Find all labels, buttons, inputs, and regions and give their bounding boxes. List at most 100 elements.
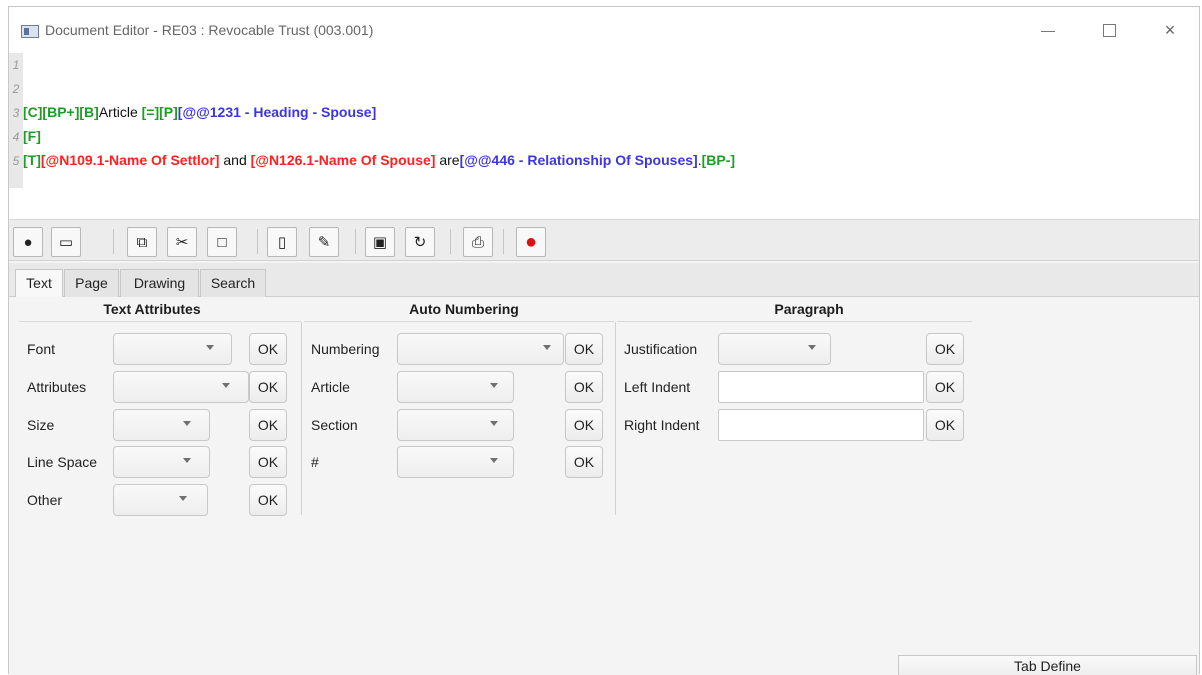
right-indent-label: Right Indent [624,417,700,433]
other-label: Other [27,492,63,508]
document-line[interactable]: 1 [9,56,23,80]
chevron-down-icon [206,345,214,350]
size-ok-button[interactable]: OK [249,409,287,441]
line-space-select[interactable] [113,446,210,478]
number-ok-button[interactable]: OK [565,446,603,478]
auto-numbering-title: Auto Numbering [409,301,519,317]
paste-icon: □ [217,233,227,251]
save-button[interactable]: ▣ [365,227,395,257]
chevron-down-icon [543,345,551,350]
section-ok-button[interactable]: OK [565,409,603,441]
tab-drawing[interactable]: Drawing [120,269,199,297]
line-space-ok-button[interactable]: OK [249,446,287,478]
toolbar-separator [257,229,258,254]
window-title: Document Editor - RE03 : Revocable Trust… [45,22,374,38]
left-indent-ok-button[interactable]: OK [926,371,964,403]
toolbar-separator [355,229,356,254]
minimize-button[interactable] [1025,15,1071,47]
close-button[interactable]: × [1147,15,1193,47]
left-indent-label: Left Indent [624,379,691,395]
numbering-label: Numbering [311,341,380,357]
maximize-icon [1103,24,1116,37]
document-token: [F] [23,128,41,144]
font-ok-button[interactable]: OK [249,333,287,365]
record-icon: ● [524,231,538,253]
tab-page[interactable]: Page [64,269,119,297]
toolbar-separator [113,229,114,254]
tab-define-button[interactable]: Tab Define [898,655,1197,675]
copy-button[interactable]: ⧉ [127,227,157,257]
other-ok-button[interactable]: OK [249,484,287,516]
right-indent-field[interactable] [718,409,924,441]
paste-button[interactable]: □ [207,227,237,257]
attributes-ok-button[interactable]: OK [249,371,287,403]
document-token: are [435,152,460,168]
paragraph-divider [617,321,972,322]
document-token: and [219,152,251,168]
title-bar: Document Editor - RE03 : Revocable Trust… [9,7,1199,53]
article-ok-button[interactable]: OK [565,371,603,403]
text-attributes-title: Text Attributes [103,301,201,317]
line-number: 3 [12,106,20,120]
document-line[interactable]: 2 [9,80,23,104]
toolbar-separator [503,229,504,254]
tab-text[interactable]: Text [15,269,63,298]
document-token: [BP-] [701,152,736,168]
paragraph-title: Paragraph [774,301,844,317]
other-select[interactable] [113,484,208,516]
size-label: Size [27,417,55,433]
document-line[interactable]: 3 [C][BP+][B]Article [=][P][@@1231 - Head… [9,104,377,128]
line-number: 4 [12,130,20,144]
document-token: [C][BP+][B] [23,104,99,120]
left-indent-field[interactable] [718,371,924,403]
document-token: [T] [23,152,41,168]
document-token: [@N126.1-Name Of Spouse] [250,152,436,168]
font-label: Font [27,341,56,357]
database-button[interactable]: ● [13,227,43,257]
chevron-down-icon [179,496,187,501]
chevron-down-icon [490,383,498,388]
justification-select[interactable] [718,333,831,365]
cut-button[interactable]: ✂ [167,227,197,257]
number-select[interactable] [397,446,514,478]
numbering-ok-button[interactable]: OK [565,333,603,365]
attributes-select[interactable] [113,371,249,403]
size-select[interactable] [113,409,210,441]
justification-ok-button[interactable]: OK [926,333,964,365]
font-select[interactable] [113,333,232,365]
text-tab-panel: Text Attributes Auto Numbering Paragraph… [9,297,1199,675]
record-button[interactable]: ● [516,227,546,257]
auto-numbering-divider [304,321,614,322]
section-select[interactable] [397,409,514,441]
chevron-down-icon [183,421,191,426]
print-button[interactable]: ⎙ [463,227,493,257]
section-divider [301,322,302,515]
line-number: 5 [12,154,20,168]
minimize-icon [1041,31,1055,32]
refresh-button[interactable]: ↻ [405,227,435,257]
article-select[interactable] [397,371,514,403]
edit-button[interactable]: ✎ [309,227,339,257]
refresh-icon: ↻ [413,233,427,251]
right-indent-ok-button[interactable]: OK [926,409,964,441]
toolbar-separator [450,229,451,254]
chevron-down-icon [183,458,191,463]
document-line[interactable]: 4 [F] [9,128,41,152]
section-label: Section [311,417,358,433]
justification-label: Justification [624,341,698,357]
document-editor-text-area[interactable]: 1 2 3 [C][BP+][B]Article [=][P][@@1231 - He… [9,53,1199,219]
new-document-button[interactable]: ▯ [267,227,297,257]
line-space-label: Line Space [27,454,98,470]
editor-toolbar: ● ▭ ⧉ ✂ □ ▯ ✎ ▣ ↻ ⎙ ● [9,219,1199,261]
document-token: [=][P] [141,104,178,120]
text-attributes-divider [19,321,301,322]
document-token: Article [98,104,142,120]
document-line[interactable]: 5 [T][@N109.1-Name Of Settlor] and [@N126… [9,152,735,176]
document-editor-window: Document Editor - RE03 : Revocable Trust… [8,6,1200,675]
editor-tabs: Text Page Drawing Search [9,263,1199,298]
computer-button[interactable]: ▭ [51,227,81,257]
number-label: # [311,454,319,470]
numbering-select[interactable] [397,333,564,365]
maximize-button[interactable] [1087,15,1133,47]
tab-search[interactable]: Search [200,269,266,297]
